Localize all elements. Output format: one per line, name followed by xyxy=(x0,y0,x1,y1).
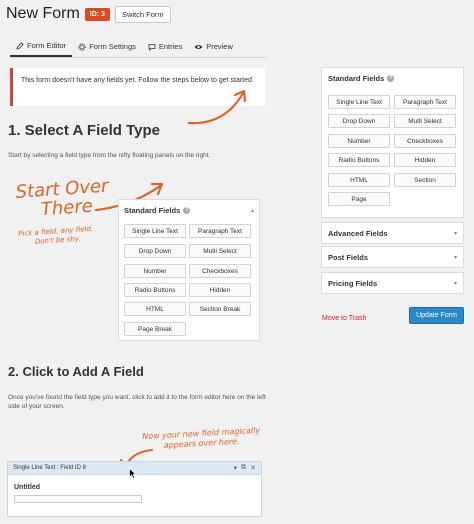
field-actions: ▾ ⧉ ✕ xyxy=(234,464,256,472)
sidebar-standard-fields-panel: Standard Fields ? Single Line Text Parag… xyxy=(321,67,464,218)
form-id-badge: ID: 3 xyxy=(84,7,110,21)
section-label: Pricing Fields xyxy=(328,278,378,288)
sidebar-post-fields[interactable]: Post Fields ▾ xyxy=(321,246,464,268)
demo-field-button[interactable]: Radio Buttons xyxy=(124,283,186,297)
sidebar-field-button[interactable]: Checkboxes xyxy=(394,134,456,148)
form-tabs: Form Editor Form Settings Entries Previe… xyxy=(10,36,266,58)
arrow-to-sidebar-icon xyxy=(187,89,247,125)
notice-text: This form doesn't have any fields yet. F… xyxy=(21,77,254,84)
tab-label: Preview xyxy=(206,42,233,51)
demo-field-button[interactable]: Hidden xyxy=(189,283,251,297)
demo-field-button[interactable]: Number xyxy=(124,264,186,278)
collapse-icon[interactable]: ▾ xyxy=(234,464,238,472)
sidebar-pricing-fields[interactable]: Pricing Fields ▾ xyxy=(321,272,464,294)
step1-description: Start by selecting a field type from the… xyxy=(8,152,211,159)
sidebar-field-button[interactable]: Page xyxy=(328,192,390,206)
demo-field-button[interactable]: Drop Down xyxy=(124,244,186,258)
step2-description: Once you've found the field type you wan… xyxy=(8,394,266,410)
help-icon: ? xyxy=(183,207,191,214)
tab-form-settings[interactable]: Form Settings xyxy=(72,36,142,57)
demo-standard-fields-panel: Standard Fields ? ▴ Single Line Text Par… xyxy=(118,199,260,341)
demo-field-button[interactable]: HTML xyxy=(124,302,186,316)
sidebar-field-button[interactable]: Multi Select xyxy=(394,114,456,128)
eye-icon xyxy=(194,44,203,49)
update-form-button[interactable]: Update Form xyxy=(409,307,464,324)
demo-field-button[interactable]: Page Break xyxy=(124,322,186,336)
delete-icon[interactable]: ✕ xyxy=(250,464,256,472)
duplicate-icon[interactable]: ⧉ xyxy=(241,464,246,472)
tab-preview[interactable]: Preview xyxy=(188,36,239,57)
switch-form-button[interactable]: Switch Form xyxy=(114,5,171,23)
demo-field-button[interactable]: Paragraph Text xyxy=(189,224,251,238)
demo-panel-title: Standard Fields ? xyxy=(124,206,191,215)
sidebar-advanced-fields[interactable]: Advanced Fields ▾ xyxy=(321,222,464,244)
field-box-title: Single Line Text : Field ID 8 xyxy=(13,465,86,471)
tab-form-editor[interactable]: Form Editor xyxy=(10,36,73,57)
section-label: Post Fields xyxy=(328,252,369,262)
sidebar-field-button[interactable]: Hidden xyxy=(394,153,456,167)
demo-field-button[interactable]: Section Break xyxy=(189,302,251,316)
sidebar-field-button[interactable]: Paragraph Text xyxy=(394,95,456,109)
gear-icon xyxy=(78,42,86,51)
step2-heading: 2. Click to Add A Field xyxy=(8,364,144,379)
pencil-icon xyxy=(16,41,24,50)
sidebar-panel-title: Standard Fields ? xyxy=(328,74,395,83)
sidebar-field-button[interactable]: Drop Down xyxy=(328,114,390,128)
chevron-down-icon: ▾ xyxy=(453,254,457,261)
move-to-trash-link[interactable]: Move to Trash xyxy=(322,315,366,322)
sidebar-field-button[interactable]: Single Line Text xyxy=(328,95,390,109)
page-header: New Form ID: 3 Switch Form xyxy=(6,4,171,24)
tab-label: Form Editor xyxy=(27,41,67,50)
field-label: Untitled xyxy=(14,484,41,491)
mouse-cursor-icon xyxy=(129,468,137,479)
demo-field-button[interactable]: Single Line Text xyxy=(124,224,186,238)
chevron-down-icon: ▾ xyxy=(453,280,457,287)
step1-heading: 1. Select A Field Type xyxy=(8,122,160,139)
tab-label: Entries xyxy=(158,42,183,51)
sidebar-field-button[interactable]: HTML xyxy=(328,173,390,187)
field-input-preview xyxy=(14,495,142,503)
page-title: New Form xyxy=(6,5,80,22)
sidebar-field-button[interactable]: Radio Buttons xyxy=(328,153,390,167)
help-icon: ? xyxy=(387,75,395,82)
tab-entries[interactable]: Entries xyxy=(142,36,188,57)
chevron-up-icon[interactable]: ▴ xyxy=(251,207,254,214)
sidebar-field-button[interactable]: Number xyxy=(328,134,390,148)
handwritten-field-appears: Now your new field magically appears ove… xyxy=(142,426,261,452)
speech-bubble-icon xyxy=(148,43,156,51)
sidebar-field-button[interactable]: Section xyxy=(394,173,456,187)
tab-label: Form Settings xyxy=(89,42,136,51)
chevron-down-icon: ▾ xyxy=(453,230,457,237)
section-label: Advanced Fields xyxy=(328,228,388,238)
demo-field-button[interactable]: Multi Select xyxy=(189,244,251,258)
demo-field-button[interactable]: Checkboxes xyxy=(189,264,251,278)
handwritten-pick-field: Pick a field, any field. Don't be shy. xyxy=(18,225,94,248)
